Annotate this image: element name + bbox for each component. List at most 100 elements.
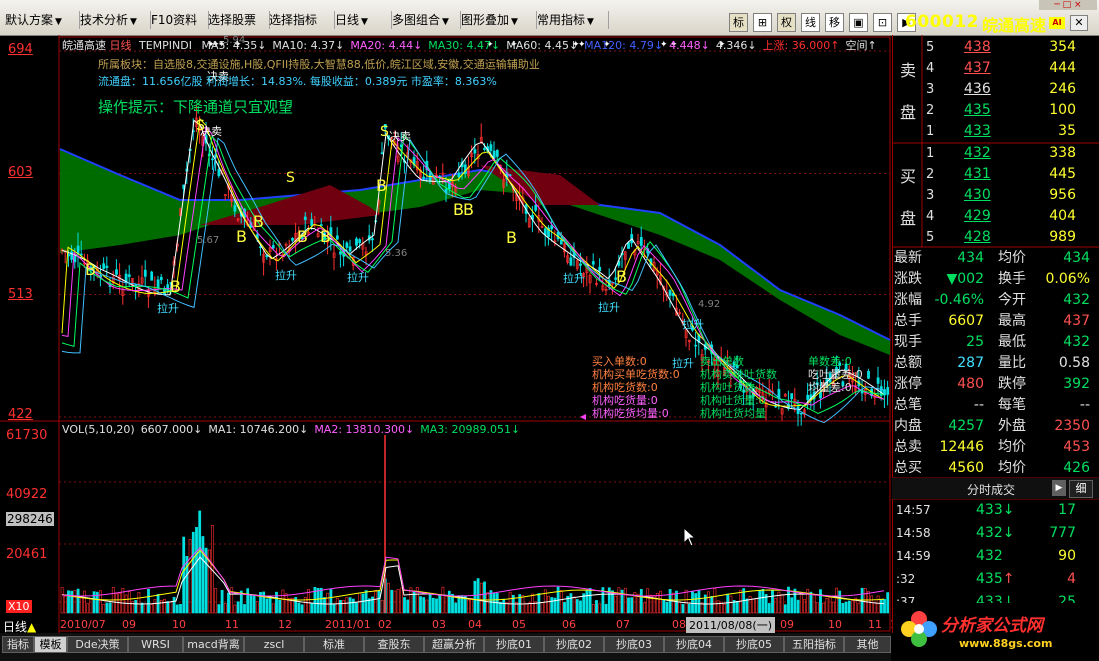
capture-icon[interactable]: ⊡ bbox=[873, 13, 892, 32]
orderbook-row[interactable]: 1 433 35 bbox=[892, 121, 1090, 142]
quote-label: 均价 bbox=[998, 250, 1026, 266]
volume-bar bbox=[390, 589, 394, 614]
candle-body bbox=[102, 263, 106, 269]
ai-badge[interactable]: AI bbox=[1049, 17, 1065, 29]
orderbook-row[interactable]: 3 436 246 bbox=[892, 79, 1090, 100]
tab-11[interactable]: 抄底03 bbox=[604, 636, 664, 653]
volume-bar bbox=[79, 596, 83, 614]
orderbook-row[interactable]: 3 430 956 bbox=[892, 185, 1090, 206]
volume-bar bbox=[172, 596, 176, 614]
tab-1[interactable]: 模板 bbox=[34, 636, 67, 653]
volume-bar bbox=[262, 591, 266, 614]
tab-8[interactable]: 超赢分析 bbox=[424, 636, 484, 653]
ticks-play-icon[interactable]: ▶ bbox=[1052, 480, 1066, 496]
xian-toggle-icon[interactable]: 线 bbox=[801, 13, 820, 32]
volume-bar bbox=[838, 590, 842, 614]
toolbar-button-4[interactable]: 选择指标 bbox=[266, 11, 335, 29]
volume-bar bbox=[883, 599, 886, 614]
toolbar-button-1[interactable]: 技术分析 ▼ bbox=[77, 11, 151, 29]
toolbar-button-8[interactable]: 常用指标 ▼ bbox=[534, 11, 609, 29]
quote-value: ▼002 bbox=[946, 271, 985, 287]
tab-14[interactable]: 五阳指标 bbox=[784, 636, 844, 653]
date-tick: 02 bbox=[378, 618, 392, 631]
orderbook-level: 5 bbox=[926, 230, 935, 245]
volume-bar bbox=[332, 603, 336, 614]
tick-volume: 90 bbox=[1058, 548, 1076, 564]
quote-label: 最高 bbox=[998, 313, 1026, 329]
orderbook-row[interactable]: 5 428 989 bbox=[892, 227, 1090, 248]
volume-bar bbox=[271, 603, 275, 614]
close-icon[interactable]: ✕ bbox=[1070, 15, 1088, 31]
layout-icon[interactable]: ▣ bbox=[849, 13, 868, 32]
lift-signal-label: 拉升 bbox=[563, 271, 585, 285]
orderbook-row[interactable]: 2 435 100 bbox=[892, 100, 1090, 121]
yi-toggle-icon[interactable]: 移 bbox=[825, 13, 844, 32]
tab-6[interactable]: 标准 bbox=[304, 636, 364, 653]
volume-bar bbox=[403, 597, 406, 614]
orderbook-row[interactable]: 1 432 338 bbox=[892, 143, 1090, 164]
crosshair-toggle-icon[interactable]: ⊞ bbox=[753, 13, 772, 32]
volume-bar bbox=[351, 598, 355, 614]
volume-bar bbox=[419, 596, 422, 614]
volume-bar bbox=[297, 602, 301, 614]
candle-body bbox=[483, 148, 486, 150]
tab-10[interactable]: 抄底02 bbox=[544, 636, 604, 653]
toolbar-button-7[interactable]: 图形叠加 ▼ bbox=[458, 11, 537, 29]
quote-value: 480 bbox=[957, 376, 984, 392]
tab-5[interactable]: zscl bbox=[244, 636, 304, 653]
ticks-header: 分时成交 ▶ 细 bbox=[892, 478, 1099, 499]
orderbook-row[interactable]: 5 438 354 bbox=[892, 37, 1090, 58]
ticks-detail-button[interactable]: 细 bbox=[1069, 480, 1093, 498]
ma-value-3: MA30: 4.47↓ bbox=[428, 39, 501, 52]
toolbar-button-label: 选择股票 bbox=[208, 13, 257, 27]
quote-label: 今开 bbox=[998, 292, 1026, 308]
date-tick: 12 bbox=[278, 618, 292, 631]
biao-toggle-icon[interactable]: 标 bbox=[729, 13, 748, 32]
toolbar-button-3[interactable]: 选择股票 bbox=[205, 11, 270, 29]
candle-body bbox=[371, 238, 374, 241]
buy-signal-label: B bbox=[320, 227, 331, 246]
orderbook-row[interactable]: 4 437 444 bbox=[892, 58, 1090, 79]
volume-bar bbox=[563, 602, 566, 614]
sell-signal-label: 决卖 bbox=[389, 130, 411, 143]
toolbar-button-6[interactable]: 多图组合 ▼ bbox=[389, 11, 461, 29]
quote-label: 均价 bbox=[998, 439, 1026, 455]
tab-9[interactable]: 抄底01 bbox=[484, 636, 544, 653]
legend-item: 单数差:0 bbox=[808, 355, 852, 368]
tab-4[interactable]: macd背离 bbox=[183, 636, 244, 653]
volume-bar bbox=[60, 587, 64, 614]
candle-body bbox=[489, 144, 493, 151]
toolbar-button-2[interactable]: F10资料 bbox=[148, 11, 209, 29]
vol-value-3: MA2: 13810.300↓ bbox=[314, 423, 415, 436]
volume-bar bbox=[550, 597, 554, 614]
tab-7[interactable]: 查股东 bbox=[364, 636, 424, 653]
toolbar-button-label: 默认方案 bbox=[5, 13, 54, 27]
candle-body bbox=[447, 179, 451, 190]
orderbook-price: 438 bbox=[964, 39, 991, 55]
tab-3[interactable]: WRSI bbox=[128, 636, 183, 653]
candle-body bbox=[358, 239, 362, 243]
tab-12[interactable]: 抄底04 bbox=[664, 636, 724, 653]
volume-bar bbox=[345, 597, 349, 614]
vol-value-0: VOL(5,10,20) bbox=[62, 423, 135, 436]
window-controls[interactable]: ─ □ × bbox=[1039, 0, 1097, 10]
volume-bar bbox=[105, 602, 109, 614]
orderbook-row[interactable]: 4 429 404 bbox=[892, 206, 1090, 227]
toolbar-button-5[interactable]: 日线 ▼ bbox=[332, 11, 392, 29]
indicator-name[interactable]: TEMPINDI bbox=[139, 39, 192, 52]
volume-bar bbox=[767, 603, 771, 614]
orderbook-volume: 404 bbox=[1049, 208, 1076, 224]
tab-15[interactable]: 其他 bbox=[844, 636, 891, 653]
orderbook-row[interactable]: 2 431 445 bbox=[892, 164, 1090, 185]
quan-toggle-icon[interactable]: 权 bbox=[777, 13, 796, 32]
tab-0[interactable]: 指标 bbox=[2, 636, 34, 653]
candle-body bbox=[310, 219, 314, 226]
toolbar-button-0[interactable]: 默认方案 ▼ bbox=[2, 11, 80, 29]
quote-label: 总卖 bbox=[894, 439, 922, 455]
tab-2[interactable]: Dde决策 bbox=[67, 636, 128, 653]
kline-chart-svg[interactable]: 决卖 决卖决卖拉升拉升 拉升拉升拉升拉升拉升BBBBB BBB BBBSSS5.675.… bbox=[0, 35, 891, 633]
tab-13[interactable]: 抄底05 bbox=[724, 636, 784, 653]
volume-bar bbox=[751, 598, 755, 614]
kline-chart-area[interactable]: 决卖 决卖 决卖 拉升 拉升 拉升 拉升 拉升 拉升 拉升 B B B B B B B B B B B S S S 5.67 5.… bbox=[0, 35, 891, 633]
volume-bar bbox=[780, 594, 784, 614]
